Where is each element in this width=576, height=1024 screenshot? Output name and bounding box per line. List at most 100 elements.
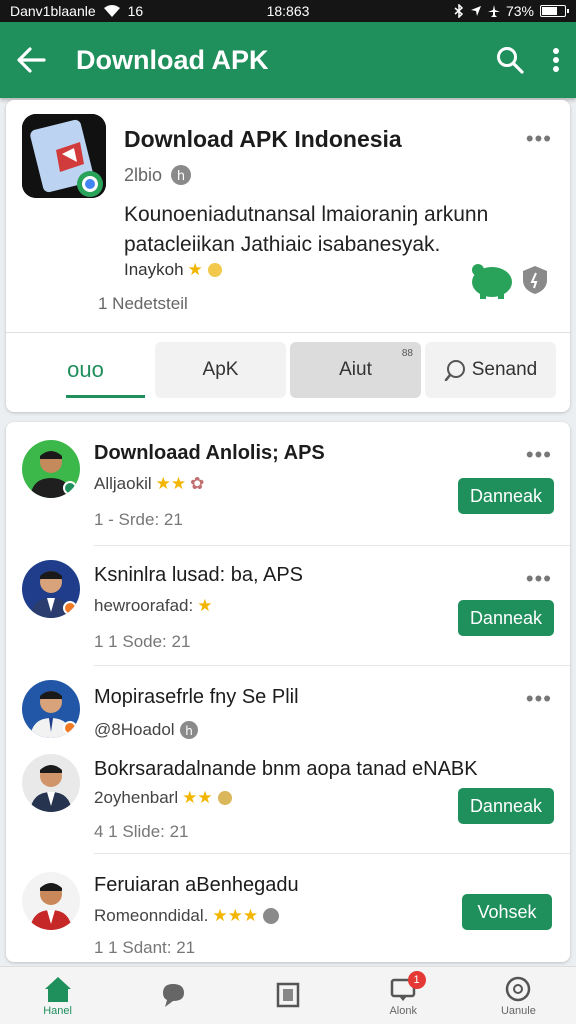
shield-icon [523, 266, 547, 294]
list-item-subtitle-text: hewroorafad: [94, 596, 194, 615]
featured-more-button[interactable]: ••• [526, 128, 552, 150]
avatar [22, 754, 80, 812]
tab-apk-label: ApK [202, 359, 239, 380]
nav-library[interactable] [230, 967, 345, 1024]
tab-about-label: Aiut [339, 359, 372, 380]
nav-notifications[interactable]: 1 Alonk [346, 967, 461, 1024]
category-tabs: ouo ApK Aiut 88 Senand [20, 342, 556, 398]
notification-badge: 1 [407, 971, 426, 989]
list-item-subtitle: Alljaokil ★★ ✿ [94, 474, 204, 494]
status-bar: Danv1blaanle 16 18:863 73% [0, 0, 576, 22]
battery-percent: 73% [505, 3, 534, 19]
list-item[interactable]: Mopirasefrle fny Se Plil @8Hoadol h ••• [6, 666, 570, 742]
more-vert-icon [553, 48, 559, 72]
coin-icon [217, 791, 232, 805]
overflow-menu-button[interactable] [552, 47, 560, 73]
download-button[interactable]: Vohsek [462, 894, 552, 930]
nav-settings-label: Uanule [500, 1004, 536, 1017]
svg-text:h: h [185, 724, 193, 738]
send-icon [444, 360, 465, 381]
nav-chat[interactable] [115, 967, 230, 1024]
featured-rating-text: Inaykoh [124, 260, 184, 279]
list-item-more-button[interactable]: ••• [526, 688, 552, 710]
featured-subtitle-text: 2lbio [124, 164, 163, 185]
list-item-subtitle: hewroorafad: ★ [94, 596, 212, 616]
coin-icon [207, 263, 222, 277]
list-item[interactable]: Downloaad Anlolis; APS Alljaokil ★★ ✿ 1 … [6, 422, 570, 546]
list-item-meta: 1 - Srde: 21 [94, 510, 183, 529]
home-icon [44, 976, 71, 1002]
tab-apk[interactable]: ApK [155, 342, 286, 398]
app-icon [22, 114, 106, 198]
info-icon: h [171, 165, 192, 185]
featured-divider [6, 332, 570, 333]
featured-meta: 1 Nedetsteil [98, 294, 188, 313]
tab-send-label: Senand [471, 359, 538, 380]
list-item[interactable]: Feruiaran aBenhegadu Romeonndidal. ★★★ 1… [6, 854, 570, 962]
search-button[interactable] [496, 46, 524, 74]
list-item-meta: 4 1 Slide: 21 [94, 822, 189, 841]
featured-title: Download APK Indonesia [124, 126, 402, 152]
list-item[interactable]: Bokrsaradalnande bnm aopa tanad eNABK 2o… [6, 742, 570, 854]
list-item-title: Feruiaran aBenhegadu [94, 874, 299, 896]
star-icon: ★★ [155, 474, 187, 493]
avatar [22, 560, 80, 618]
download-button[interactable]: Danneak [457, 478, 554, 514]
star-icon: ★ [197, 596, 213, 615]
tab-about-badge: 88 [401, 348, 413, 359]
list-item[interactable]: Ksninlra lusad: ba, APS hewroorafad: ★ 1… [6, 546, 570, 666]
list-item-subtitle-text: Alljaokil [94, 474, 152, 493]
featured-description: Kounoeniadutnansal lmaioraniŋ arkunn pat… [124, 203, 489, 256]
download-button[interactable]: Danneak [457, 788, 554, 824]
list-item-title: Bokrsaradalnande bnm aopa tanad eNABK [94, 758, 478, 780]
star-icon: ★★★ [212, 906, 259, 925]
list-item-more-button[interactable]: ••• [526, 568, 552, 590]
library-icon [276, 982, 300, 1007]
list-item-meta: 1 1 Sdant: 21 [94, 938, 196, 957]
nav-settings[interactable]: Uanule [461, 967, 576, 1024]
list-item-subtitle: Romeonndidal. ★★★ [94, 906, 280, 926]
location-icon [470, 6, 481, 16]
settings-icon [506, 976, 531, 1001]
bottom-navigation: Hanel 1 Alonk Uanule [0, 966, 576, 1024]
list-item-title: Ksninlra lusad: ba, APS [94, 564, 304, 586]
airplane-icon [487, 5, 500, 17]
featured-app-card[interactable]: Download APK Indonesia 2lbio h Kounoenia… [6, 100, 570, 412]
tab-about[interactable]: Aiut 88 [290, 342, 421, 398]
list-item-meta: 1 1 Sode: 21 [94, 632, 191, 651]
star-icon: ★ [187, 260, 203, 279]
carrier-label: Danv1blaanle [10, 3, 96, 19]
app-list: Downloaad Anlolis; APS Alljaokil ★★ ✿ 1 … [6, 422, 570, 962]
info-icon [263, 908, 280, 924]
list-item-subtitle: @8Hoadol h [94, 720, 199, 740]
battery-icon [540, 5, 569, 17]
back-button[interactable] [16, 47, 46, 73]
list-item-subtitle-text: Romeonndidal. [94, 906, 209, 925]
chat-icon [162, 983, 184, 1007]
nav-notifications-label: Alonk [389, 1004, 417, 1017]
flower-icon: ✿ [190, 474, 205, 493]
nav-home[interactable]: Hanel [0, 967, 115, 1024]
page-title: Download APK [76, 44, 269, 75]
tab-home[interactable]: ouo [20, 342, 151, 398]
wifi-icon [103, 5, 120, 17]
featured-badges [468, 260, 548, 300]
list-item-title: Mopirasefrle fny Se Plil [94, 686, 299, 708]
list-item-title: Downloaad Anlolis; APS [94, 442, 325, 464]
featured-rating: Inaykoh ★ [124, 260, 223, 280]
avatar [22, 440, 80, 498]
bluetooth-icon [454, 4, 464, 18]
search-icon [497, 47, 524, 74]
tab-send[interactable]: Senand [425, 342, 556, 398]
list-item-subtitle-text: 2oyhenbarl [94, 788, 179, 807]
app-bar: Download APK [0, 22, 576, 98]
list-item-more-button[interactable]: ••• [526, 444, 552, 466]
star-icon: ★★ [182, 788, 213, 807]
info-icon: h [179, 721, 198, 739]
download-button[interactable]: Danneak [457, 600, 554, 636]
list-item-subtitle: 2oyhenbarl ★★ [94, 788, 233, 808]
back-arrow-icon [17, 47, 46, 73]
avatar [22, 680, 80, 738]
signal-label: 16 [127, 3, 144, 19]
svg-text:h: h [177, 169, 185, 184]
